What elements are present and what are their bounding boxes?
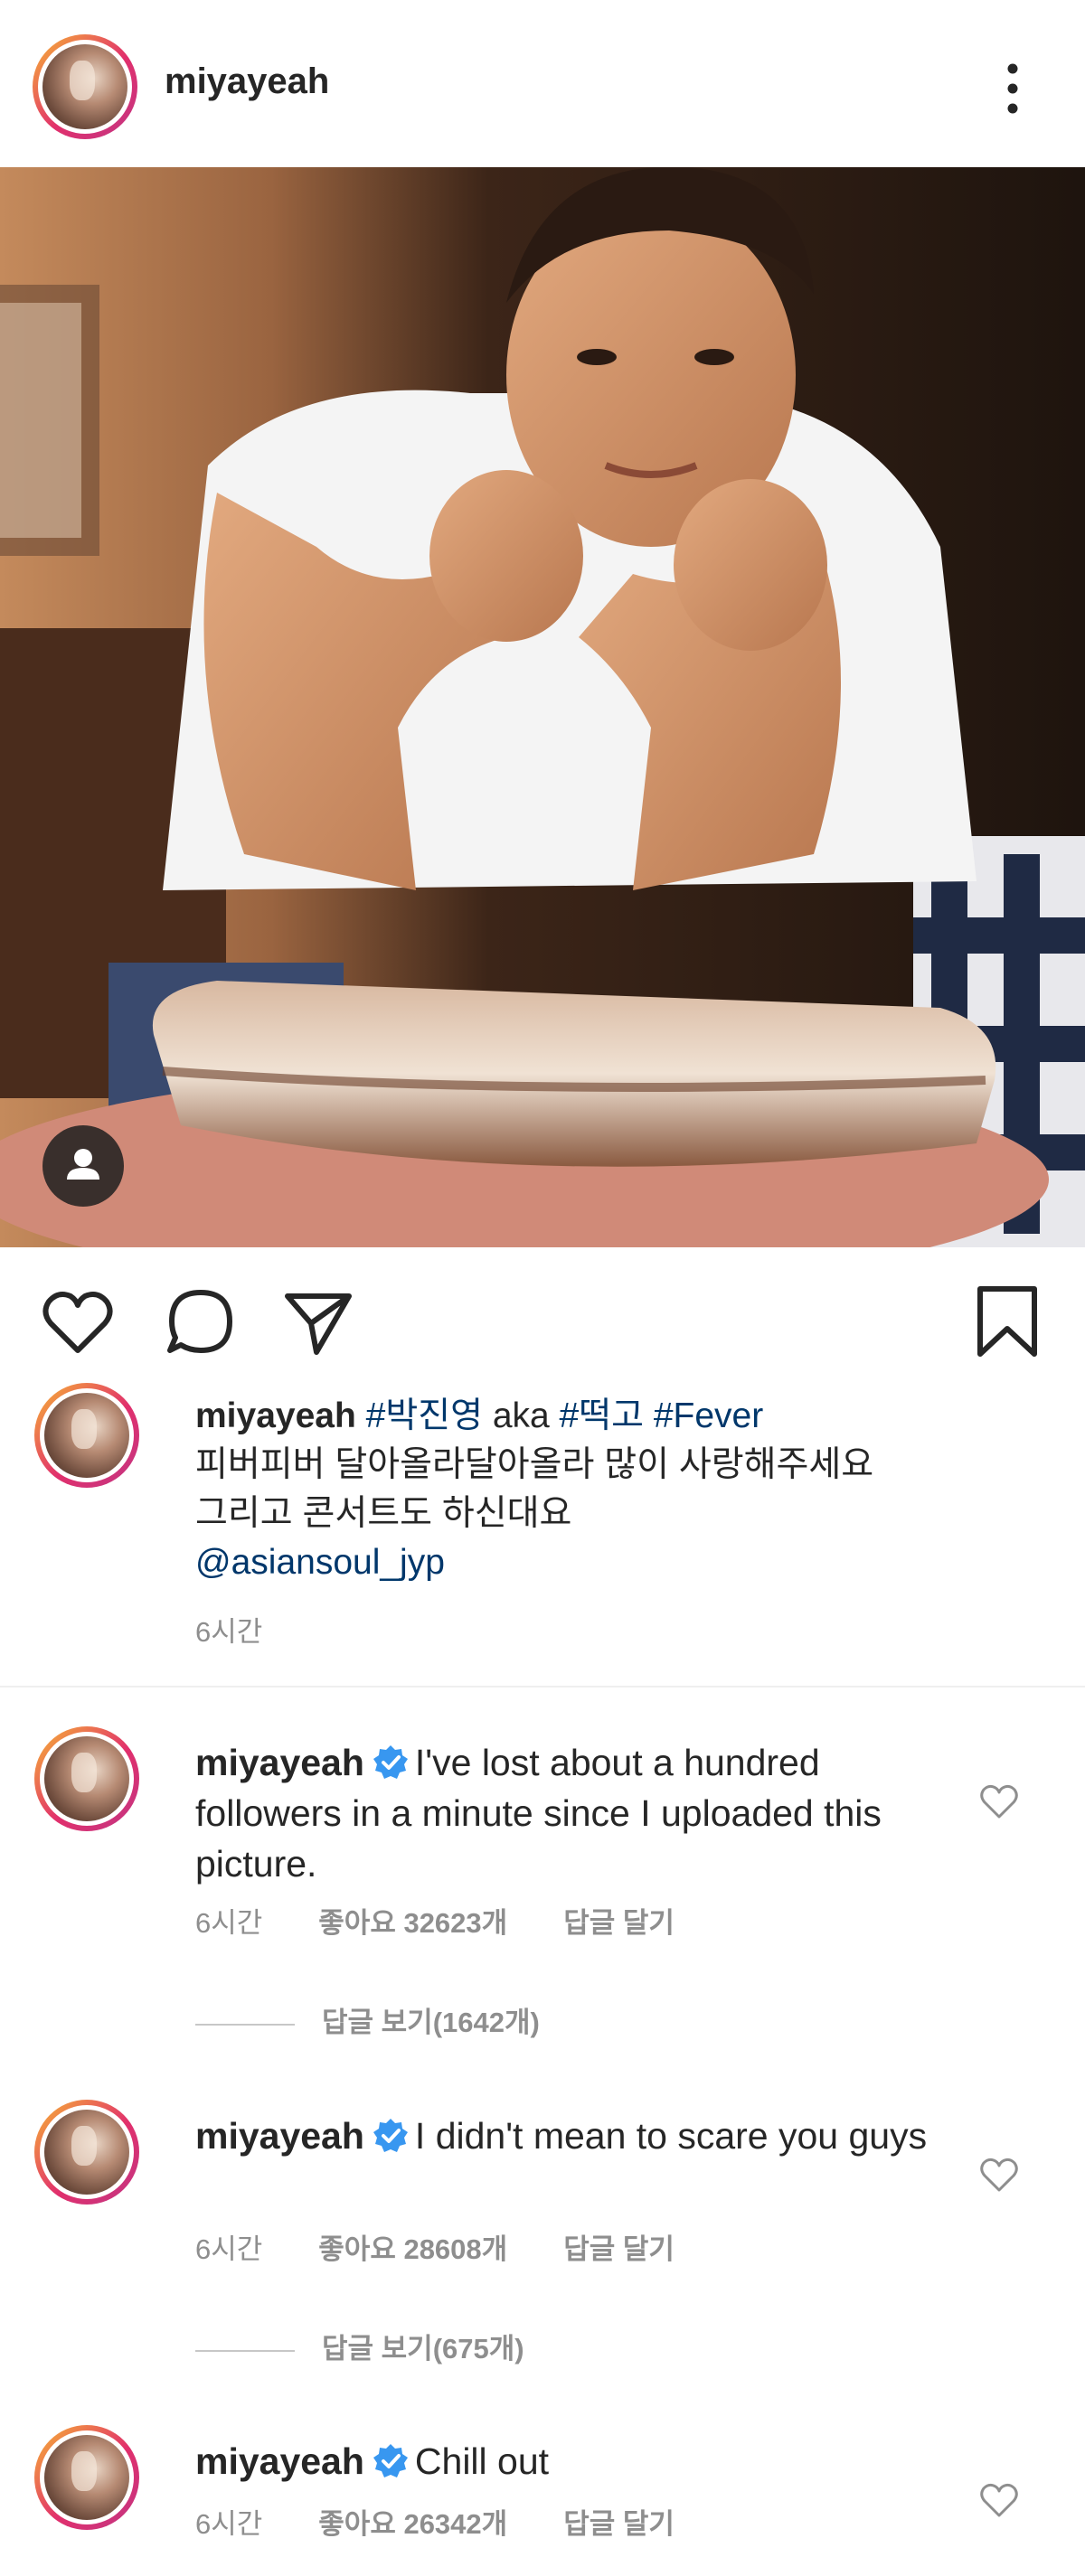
comment-meta: 6시간 좋아요 26342개 답글 달기	[195, 2501, 731, 2542]
share-icon[interactable]	[280, 1283, 356, 1359]
post-photo-illustration	[0, 167, 1085, 1247]
comment-item: miyayeah Chill out 6시간 좋아요 26342개 답글 달기	[0, 2425, 1085, 2570]
comment-avatar[interactable]	[34, 2425, 139, 2530]
reply-button[interactable]: 답글 달기	[563, 2508, 675, 2540]
comment-item: miyayeah I've lost about a hundred follow…	[0, 1726, 1085, 2038]
post-caption: miyayeah #박진영 aka #떡고 #Fever 피버피버 달아올라달아…	[0, 1365, 1085, 1690]
comment-meta: 6시간 좋아요 32623개 답글 달기	[195, 1900, 731, 1941]
hashtag-link[interactable]: #Fever	[654, 1396, 763, 1435]
header-username[interactable]: miyayeah	[165, 61, 329, 102]
view-replies-label: 답글 보기(675개)	[322, 2333, 524, 2364]
comment-time: 6시간	[195, 2233, 263, 2265]
bookmark-icon[interactable]	[969, 1283, 1045, 1359]
view-replies-button[interactable]: 답글 보기(675개)	[195, 2326, 524, 2366]
user-tag-button[interactable]	[42, 1125, 124, 1207]
verified-icon	[373, 2119, 408, 2152]
comment-text: miyayeah I didn't mean to scare you guys	[195, 2111, 937, 2161]
avatar[interactable]	[33, 34, 137, 139]
caption-line: 피버피버 달아올라달아올라 많이 사랑해주세요	[195, 1445, 874, 1484]
replies-line	[195, 2349, 295, 2352]
heart-icon[interactable]	[978, 1781, 1020, 1822]
comment-avatar[interactable]	[34, 2100, 139, 2205]
comment-avatar[interactable]	[34, 1726, 139, 1831]
verified-icon	[373, 1745, 408, 1779]
comment-body: Chill out	[414, 2440, 550, 2482]
caption-time: 6시간	[195, 1616, 263, 1648]
mention-link[interactable]: @asiansoul_jyp	[195, 1543, 445, 1582]
hashtag-link[interactable]: #박진영	[366, 1396, 483, 1435]
comment-username[interactable]: miyayeah	[195, 2115, 364, 2157]
heart-icon[interactable]	[40, 1283, 116, 1359]
caption-line: 그리고 콘서트도 하신대요	[195, 1494, 572, 1533]
post-photo[interactable]	[0, 167, 1085, 1247]
reply-button[interactable]: 답글 달기	[563, 1907, 675, 1939]
verified-icon	[373, 2444, 408, 2477]
caption-username[interactable]: miyayeah	[195, 1396, 356, 1435]
comment-body: I didn't mean to scare you guys	[414, 2115, 928, 2157]
divider	[0, 1686, 1085, 1688]
comment-username[interactable]: miyayeah	[195, 1742, 364, 1783]
comment-likes[interactable]: 좋아요 28608개	[318, 2233, 507, 2265]
comment-item: miyayeah I didn't mean to scare you guys …	[0, 2100, 1085, 2364]
comment-username[interactable]: miyayeah	[195, 2440, 364, 2482]
action-bar	[0, 1247, 1085, 1383]
view-replies-label: 답글 보기(1642개)	[322, 2007, 540, 2038]
post-header: miyayeah	[0, 0, 1085, 167]
comment-icon[interactable]	[163, 1283, 239, 1359]
comment-time: 6시간	[195, 2508, 263, 2540]
comment-likes[interactable]: 좋아요 32623개	[318, 1907, 507, 1939]
user-tag-icon	[67, 1149, 99, 1180]
view-replies-button[interactable]: 답글 보기(1642개)	[195, 1999, 540, 2040]
caption-text: miyayeah #박진영 aka #떡고 #Fever 피버피버 달아올라달아…	[195, 1392, 1027, 1587]
comment-time: 6시간	[195, 1907, 263, 1939]
reply-button[interactable]: 답글 달기	[563, 2233, 675, 2265]
replies-line	[195, 2023, 295, 2026]
hashtag-link[interactable]: #떡고	[560, 1396, 644, 1435]
comment-meta: 6시간 좋아요 28608개 답글 달기	[195, 2226, 731, 2267]
more-vertical-icon[interactable]	[995, 60, 1031, 118]
comment-text: miyayeah I've lost about a hundred follow…	[195, 1737, 937, 1889]
caption-avatar[interactable]	[34, 1383, 139, 1488]
heart-icon[interactable]	[978, 2154, 1020, 2195]
comment-likes[interactable]: 좋아요 26342개	[318, 2508, 507, 2540]
caption-aka: aka	[482, 1396, 560, 1435]
heart-icon[interactable]	[978, 2479, 1020, 2521]
comment-text: miyayeah Chill out	[195, 2436, 937, 2487]
